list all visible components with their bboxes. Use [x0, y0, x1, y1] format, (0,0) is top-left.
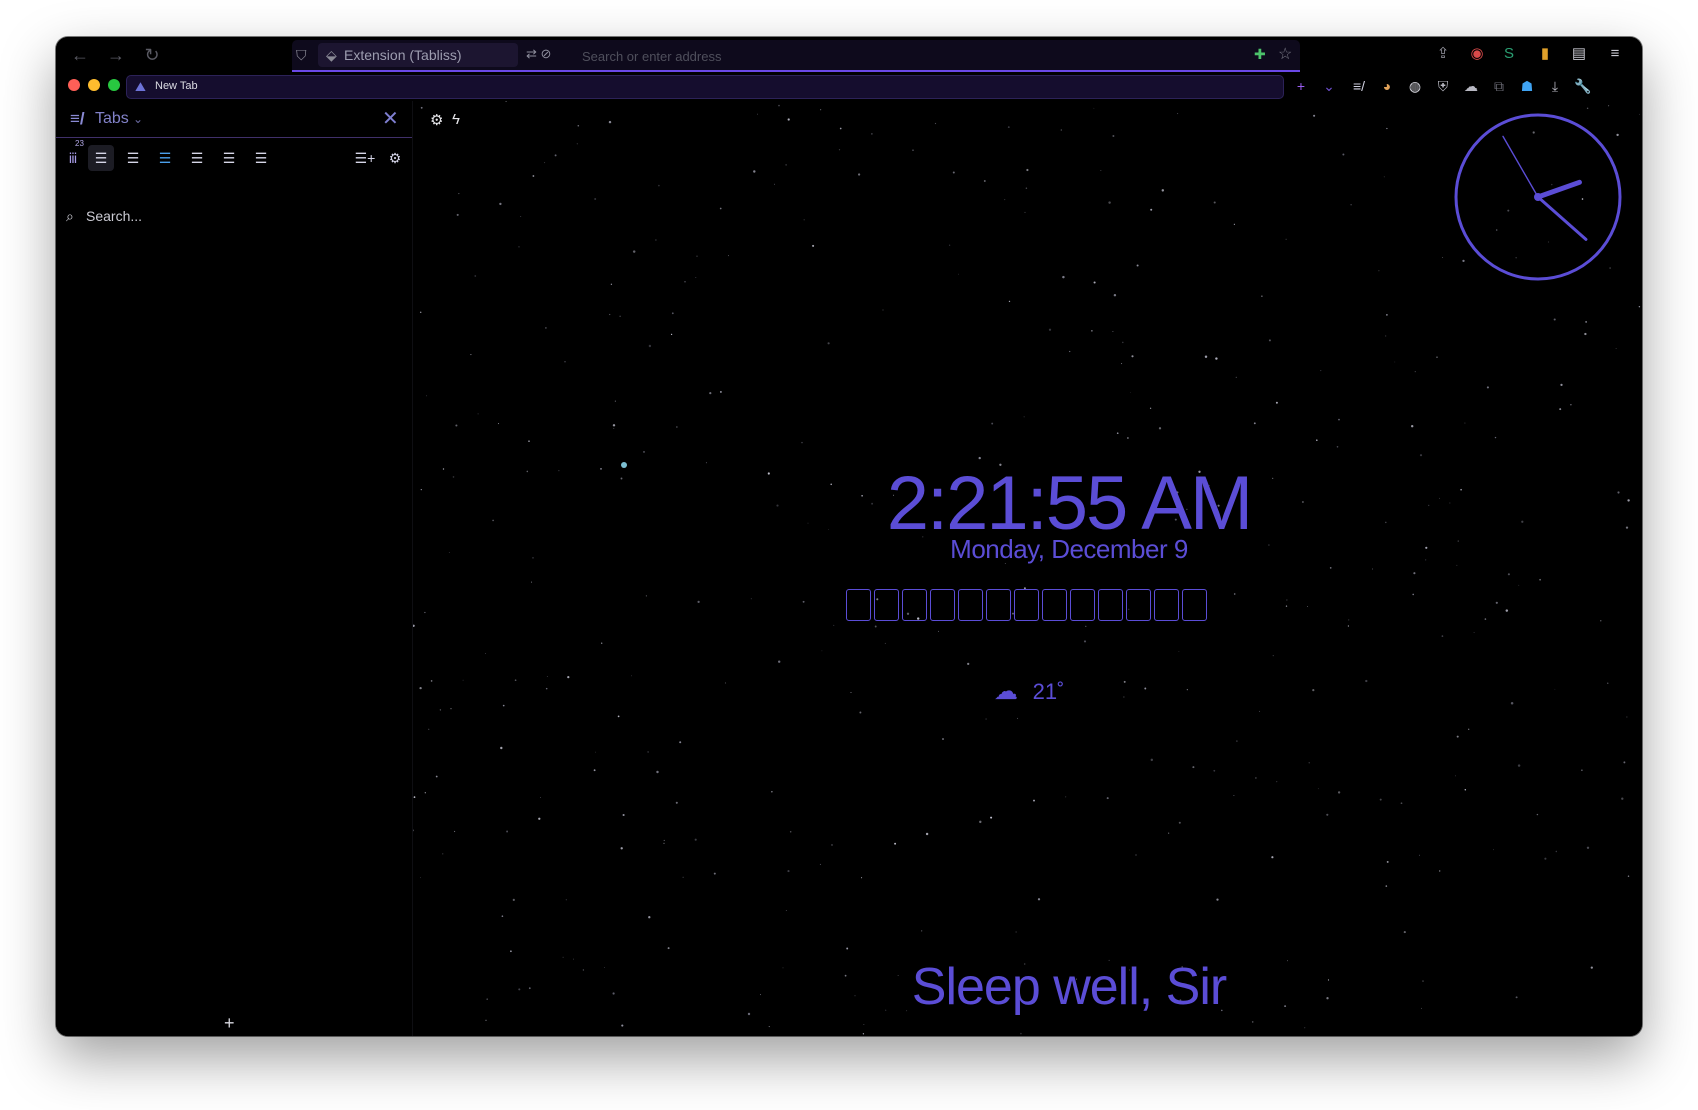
extension-icon: ⬙: [326, 47, 337, 63]
menu-icon[interactable]: ≡: [1602, 41, 1628, 67]
clipboard-icon[interactable]: ▤: [1566, 41, 1592, 67]
sidebar-title[interactable]: Tabs: [95, 110, 129, 128]
translate-extension-icon[interactable]: ⧉: [1488, 75, 1510, 97]
panel-2-icon[interactable]: ☰: [120, 145, 146, 171]
settings-icon[interactable]: ⚙: [430, 111, 443, 129]
address-bar: ⛉ ⬙ Extension (Tabliss) ⇄ ⊘ ✚ ☆: [292, 40, 1300, 72]
identity-label: Extension (Tabliss): [344, 47, 462, 63]
sidebery-icon[interactable]: ≡/: [1348, 75, 1370, 97]
sidebar-header: ≡/ Tabs ⌄ ✕: [56, 101, 412, 138]
close-icon[interactable]: ✕: [382, 106, 399, 131]
clock-hour-hand: [1535, 179, 1582, 200]
tabliss-icon: ⛰: [135, 79, 146, 94]
wrench-icon[interactable]: 🔧: [1572, 75, 1594, 97]
address-input[interactable]: [580, 45, 1144, 67]
permissions-icon[interactable]: ⇄ ⊘: [526, 46, 551, 62]
ghost-extension-icon[interactable]: ☗: [1516, 75, 1538, 97]
all-panels-icon[interactable]: ⅲ: [60, 145, 86, 171]
owl-extension-icon[interactable]: ◕: [1376, 75, 1398, 97]
panel-5-icon[interactable]: ☰: [216, 145, 242, 171]
tab-new-tab[interactable]: ⛰ New Tab: [127, 76, 1283, 98]
browser-toolbar: ← → ↻ ⛉ ⬙ Extension (Tabliss) ⇄ ⊘ ✚ ☆ ⇪ …: [56, 37, 1642, 101]
new-tab-button[interactable]: +: [1290, 75, 1312, 97]
reload-icon[interactable]: ↻: [140, 43, 164, 67]
clock-minute-hand: [1536, 195, 1588, 241]
s-extension-icon[interactable]: S: [1496, 41, 1522, 67]
ring-extension-icon[interactable]: ◍: [1404, 75, 1426, 97]
search-input[interactable]: [84, 205, 388, 227]
shield-extension-icon[interactable]: ⛨: [1432, 75, 1454, 97]
back-icon[interactable]: ←: [68, 43, 92, 67]
tabs-logo-icon: ≡/: [70, 109, 85, 128]
settings-icon[interactable]: ⚙: [382, 145, 408, 171]
tabs-sidebar: ≡/ Tabs ⌄ ✕ 23 ⅲ ☰ ☰ ☰ ☰ ☰ ☰ ☰+ ⚙ ⌕ + 🗑 …: [56, 101, 413, 1036]
star-icon[interactable]: ☆: [1278, 44, 1292, 64]
download-icon[interactable]: ⤓: [1544, 75, 1566, 97]
shield-icon[interactable]: ⛉: [296, 43, 307, 67]
panel-4-icon[interactable]: ☰: [184, 145, 210, 171]
clock-second-hand: [1502, 135, 1539, 198]
puzzle-icon[interactable]: ✚: [1254, 46, 1266, 63]
tab-title: New Tab: [155, 80, 198, 92]
new-panel-icon[interactable]: ☰+: [352, 145, 378, 171]
temperature: 21˚: [1032, 679, 1065, 704]
add-tab-button[interactable]: +: [224, 1013, 235, 1034]
zoom-window-button[interactable]: [108, 79, 120, 91]
panel-1-icon[interactable]: ☰: [88, 145, 114, 171]
greeting: Sleep well, Sir: [911, 958, 1227, 1016]
share-icon[interactable]: ⇪: [1430, 41, 1456, 67]
forward-icon[interactable]: →: [104, 43, 128, 67]
tab-strip: ⛰ New Tab: [126, 75, 1284, 99]
panel-3-icon[interactable]: ☰: [152, 145, 178, 171]
date-display: Monday, December 9: [950, 534, 1188, 564]
cloud-extension-icon[interactable]: ☁: [1460, 75, 1482, 97]
chevron-down-icon[interactable]: ⌄: [133, 112, 143, 126]
weather-widget: ☁ 21˚: [994, 677, 1064, 706]
analog-clock: [1454, 113, 1622, 281]
google-extension-icon[interactable]: ◉: [1464, 41, 1490, 67]
search-icon: ⌕: [66, 208, 74, 224]
lightning-icon[interactable]: ϟ: [452, 111, 460, 128]
site-identity[interactable]: ⛉ ⬙ Extension (Tabliss): [296, 43, 518, 67]
close-window-button[interactable]: [68, 79, 80, 91]
chart-extension-icon[interactable]: ▮: [1532, 41, 1558, 67]
panel-6-icon[interactable]: ☰: [248, 145, 274, 171]
cloud-icon: ☁: [994, 678, 1018, 705]
list-tabs-icon[interactable]: ⌄: [1318, 75, 1340, 97]
browser-window: ⚙ ϟ 2:21:55 AM Monday, December 9 ☁ 21˚ …: [56, 37, 1642, 1036]
minimize-window-button[interactable]: [88, 79, 100, 91]
